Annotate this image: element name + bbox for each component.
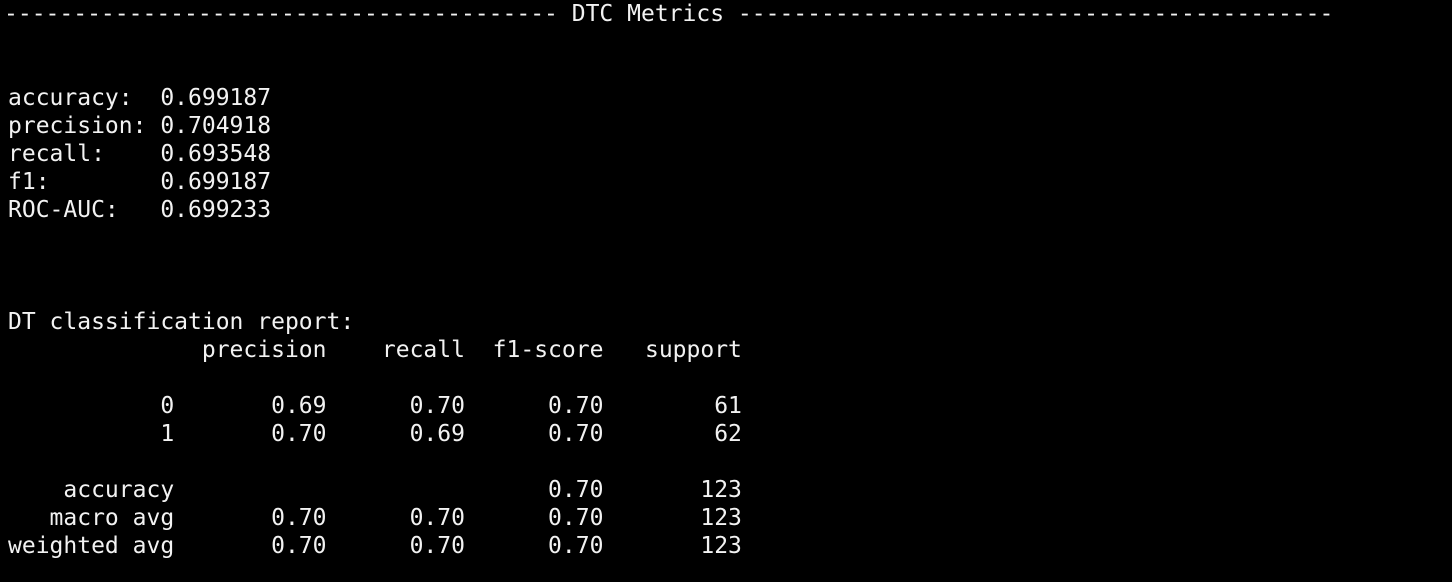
report-row-class-0: 0 0.69 0.70 0.70 61 xyxy=(8,393,742,419)
report-title: DT classification report: xyxy=(8,309,355,335)
metric-recall: recall: 0.693548 xyxy=(8,141,272,167)
metric-roc-auc: ROC-AUC: 0.699233 xyxy=(8,197,272,223)
report-row-class-1: 1 0.70 0.69 0.70 62 xyxy=(8,421,742,447)
terminal-window[interactable]: ----------------------------------------… xyxy=(0,0,1452,582)
report-row-weighted-avg: weighted avg 0.70 0.70 0.70 123 xyxy=(8,533,742,559)
metric-accuracy: accuracy: 0.699187 xyxy=(8,85,272,111)
section-header: ----------------------------------------… xyxy=(4,1,1334,27)
metric-precision: precision: 0.704918 xyxy=(8,113,272,139)
report-header-row: precision recall f1-score support xyxy=(8,337,742,363)
report-row-accuracy: accuracy 0.70 123 xyxy=(8,477,742,503)
report-row-macro-avg: macro avg 0.70 0.70 0.70 123 xyxy=(8,505,742,531)
metric-f1: f1: 0.699187 xyxy=(8,169,272,195)
